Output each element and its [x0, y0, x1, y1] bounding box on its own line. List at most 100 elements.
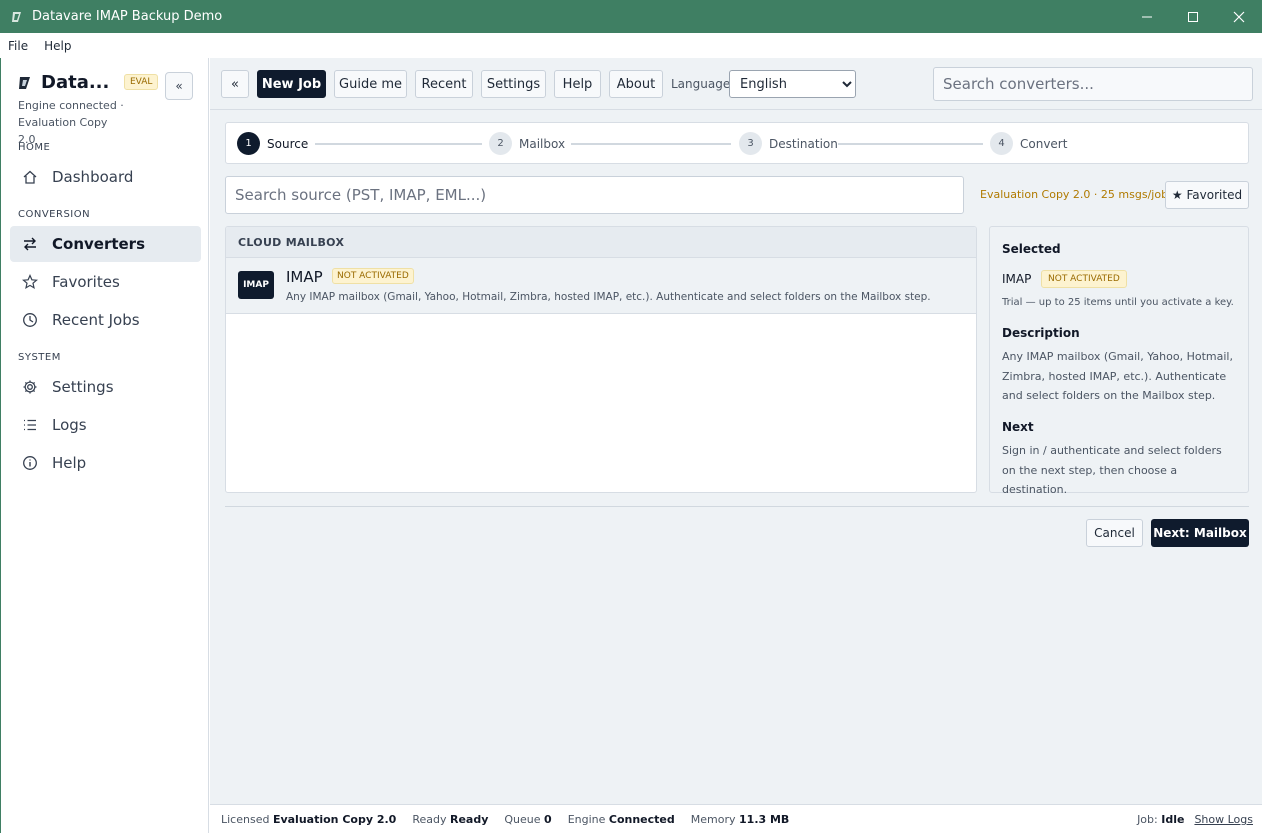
- group-header: CLOUD MAILBOX: [226, 227, 976, 258]
- app-logo-icon: [12, 11, 21, 22]
- imap-icon: IMAP: [238, 271, 274, 299]
- about-button[interactable]: About: [609, 70, 663, 98]
- status-value: 0: [544, 812, 552, 826]
- evaluation-note: Evaluation Copy 2.0 · 25 msgs/job: [980, 188, 1169, 201]
- sidebar-item-settings[interactable]: Settings: [10, 369, 201, 405]
- step-label: Source: [267, 136, 309, 151]
- status-badge: NOT ACTIVATED: [332, 268, 414, 284]
- status-label: Memory: [690, 812, 736, 826]
- home-icon: [22, 169, 38, 185]
- sidebar: Data... EVAL « Engine connected · Evalua…: [0, 58, 209, 833]
- title-bar: Datavare IMAP Backup Demo: [0, 0, 1262, 33]
- clock-icon: [22, 312, 38, 328]
- help-button[interactable]: Help: [554, 70, 601, 98]
- sidebar-item-label: Help: [52, 454, 87, 472]
- close-button[interactable]: [1216, 0, 1262, 33]
- section-system: SYSTEM: [18, 352, 61, 363]
- status-engine: Engine Connected: [568, 813, 675, 826]
- guide-me-button[interactable]: Guide me: [334, 70, 407, 98]
- step-label: Destination: [769, 136, 838, 151]
- step-number: 4: [990, 132, 1013, 155]
- step-connector: [838, 143, 983, 145]
- sidebar-item-converters[interactable]: Converters: [10, 226, 201, 262]
- sidebar-item-label: Settings: [52, 378, 114, 396]
- minimize-button[interactable]: [1124, 0, 1170, 33]
- info-icon: [22, 455, 38, 471]
- show-logs-link[interactable]: Show Logs: [1194, 813, 1253, 826]
- status-label: Queue: [504, 812, 541, 826]
- step-source[interactable]: 1 Source: [237, 132, 308, 155]
- engine-status: Engine connected · Evaluation Copy 2.0: [18, 99, 124, 146]
- trial-note: Trial — up to 25 items until you activat…: [1002, 297, 1234, 308]
- main-content: « New Job Guide me Recent Settings Help …: [210, 58, 1262, 804]
- language-select[interactable]: English: [729, 70, 856, 98]
- menu-file[interactable]: File: [0, 39, 36, 53]
- selected-heading: Selected: [1002, 242, 1061, 256]
- step-mailbox[interactable]: 2 Mailbox: [489, 132, 565, 155]
- status-badge: NOT ACTIVATED: [1041, 270, 1127, 288]
- status-label: Job:: [1137, 813, 1158, 826]
- step-connector: [315, 143, 482, 145]
- status-value: Connected: [608, 812, 675, 826]
- sidebar-item-help[interactable]: Help: [10, 445, 201, 481]
- step-label: Mailbox: [519, 136, 566, 151]
- next-mailbox-button[interactable]: Next: Mailbox: [1151, 519, 1249, 547]
- maximize-icon: [1188, 11, 1198, 22]
- favorited-button[interactable]: ★ Favorited: [1165, 181, 1249, 209]
- settings-button[interactable]: Settings: [481, 70, 546, 98]
- sidebar-collapse-button[interactable]: «: [165, 72, 193, 100]
- step-label: Convert: [1020, 136, 1068, 151]
- brand-logo-icon: [19, 76, 30, 89]
- wizard-stepper: 1 Source 2 Mailbox 3 Destination 4 Conve…: [225, 122, 1249, 164]
- sidebar-item-label: Favorites: [52, 273, 120, 291]
- step-destination[interactable]: 3 Destination: [739, 132, 838, 155]
- sidebar-item-label: Logs: [52, 416, 87, 434]
- star-icon: [22, 274, 38, 290]
- collapse-button[interactable]: «: [221, 70, 249, 98]
- status-queue: Queue 0: [504, 813, 551, 826]
- description-text: Any IMAP mailbox (Gmail, Yahoo, Hotmail,…: [1002, 350, 1233, 402]
- eval-badge: EVAL: [124, 74, 159, 90]
- status-value: Idle: [1161, 813, 1185, 826]
- source-list: CLOUD MAILBOX IMAP IMAP NOT ACTIVATED An…: [225, 226, 977, 493]
- brand: Data...: [17, 72, 109, 93]
- status-value: 11.3 MB: [739, 812, 790, 826]
- search-source-input[interactable]: [225, 176, 964, 214]
- sidebar-item-favorites[interactable]: Favorites: [10, 264, 201, 300]
- row-title: IMAP: [286, 268, 323, 286]
- sidebar-item-label: Recent Jobs: [52, 311, 140, 329]
- maximize-button[interactable]: [1170, 0, 1216, 33]
- new-job-button[interactable]: New Job: [257, 70, 326, 98]
- status-label: Ready: [412, 812, 447, 826]
- status-job: Job: Idle: [1137, 813, 1184, 826]
- selected-name: IMAP: [1002, 272, 1032, 286]
- divider: [225, 506, 1249, 507]
- section-home: HOME: [18, 142, 51, 153]
- step-connector: [571, 143, 731, 145]
- step-convert[interactable]: 4 Convert: [990, 132, 1067, 155]
- brand-name: Data...: [41, 72, 110, 93]
- status-value: Ready: [449, 812, 489, 826]
- status-label: Licensed: [221, 812, 270, 826]
- window-title: Datavare IMAP Backup Demo: [32, 9, 223, 24]
- menu-help[interactable]: Help: [36, 39, 79, 53]
- sidebar-item-recent-jobs[interactable]: Recent Jobs: [10, 302, 201, 338]
- row-description: Any IMAP mailbox (Gmail, Yahoo, Hotmail,…: [286, 291, 931, 303]
- section-conversion: CONVERSION: [18, 209, 91, 220]
- status-label: Engine: [567, 812, 606, 826]
- step-number: 3: [739, 132, 762, 155]
- menu-bar: File Help: [0, 33, 1262, 58]
- status-memory: Memory 11.3 MB: [691, 813, 790, 826]
- recent-button[interactable]: Recent: [415, 70, 473, 98]
- gear-icon: [22, 379, 38, 395]
- minimize-icon: [1142, 16, 1152, 17]
- search-converters-input[interactable]: [933, 67, 1253, 101]
- sidebar-item-logs[interactable]: Logs: [10, 407, 201, 443]
- list-icon: [22, 417, 38, 433]
- cancel-button[interactable]: Cancel: [1086, 519, 1143, 547]
- sidebar-item-dashboard[interactable]: Dashboard: [10, 159, 201, 195]
- next-text: Sign in / authenticate and select folder…: [1002, 444, 1222, 496]
- status-ready: Ready Ready: [412, 813, 488, 826]
- list-item[interactable]: IMAP IMAP NOT ACTIVATED Any IMAP mailbox…: [226, 258, 976, 314]
- close-icon: [1233, 11, 1245, 22]
